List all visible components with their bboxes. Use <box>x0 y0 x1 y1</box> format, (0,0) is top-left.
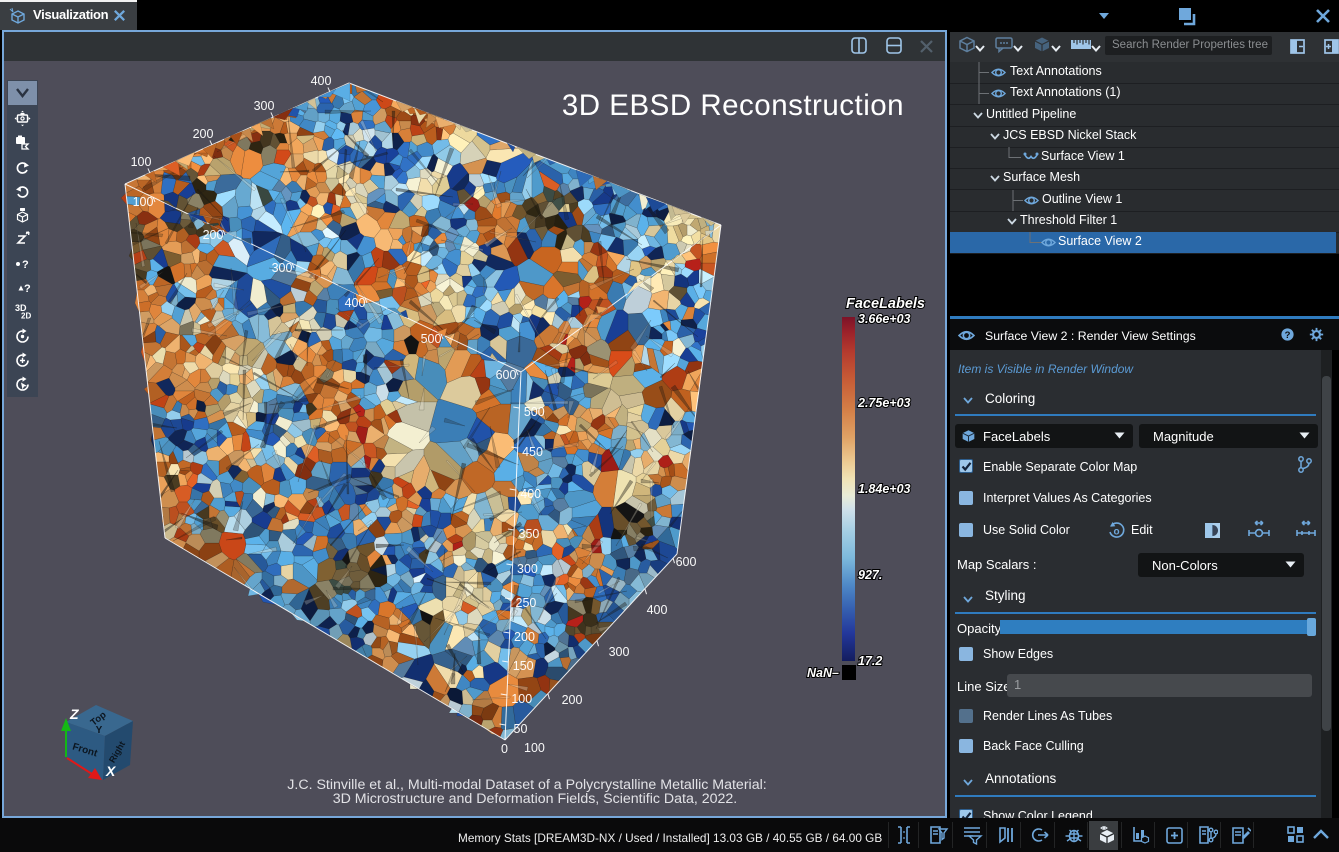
svg-text:X: X <box>105 763 117 779</box>
svg-text:3D EBSD Reconstruction: 3D EBSD Reconstruction <box>562 89 904 122</box>
svg-text:100: 100 <box>131 155 152 169</box>
svg-text:3.66e+03: 3.66e+03 <box>858 312 911 326</box>
svg-text:400: 400 <box>345 296 366 310</box>
svg-text:50: 50 <box>514 722 528 736</box>
svg-text:250: 250 <box>516 596 537 610</box>
svg-text:17.2: 17.2 <box>858 654 882 668</box>
svg-text:NaN–: NaN– <box>807 666 839 680</box>
svg-text:Z: Z <box>69 706 79 722</box>
svg-text:350: 350 <box>519 527 540 541</box>
svg-text:200: 200 <box>514 630 535 644</box>
svg-text:927.: 927. <box>858 568 882 582</box>
svg-text:?: ? <box>24 283 31 295</box>
svg-text:300: 300 <box>609 645 630 659</box>
svg-text:100: 100 <box>511 692 532 706</box>
svg-text:400: 400 <box>520 487 541 501</box>
svg-text:Y: Y <box>96 725 103 736</box>
svg-text:300: 300 <box>272 261 293 275</box>
svg-text:400: 400 <box>647 603 668 617</box>
svg-text:100: 100 <box>524 741 545 755</box>
svg-text:400: 400 <box>311 74 332 88</box>
svg-text:200: 200 <box>562 693 583 707</box>
svg-text:2.75e+03: 2.75e+03 <box>857 396 911 410</box>
svg-text:3D Microstructure and Deformat: 3D Microstructure and Deformation Fields… <box>333 791 738 807</box>
svg-text:100: 100 <box>133 195 154 209</box>
svg-text:450: 450 <box>522 445 543 459</box>
svg-text:300: 300 <box>517 562 538 576</box>
svg-text:FaceLabels: FaceLabels <box>846 296 925 312</box>
svg-text:500: 500 <box>421 332 442 346</box>
svg-text:600: 600 <box>496 368 517 382</box>
svg-text:200: 200 <box>193 127 214 141</box>
svg-text:150: 150 <box>513 659 534 673</box>
svg-text:2D: 2D <box>21 312 31 321</box>
svg-text:?: ? <box>22 259 29 271</box>
svg-text:500: 500 <box>524 405 545 419</box>
svg-text:600: 600 <box>676 555 697 569</box>
svg-text:200: 200 <box>203 228 224 242</box>
svg-text:1.84e+03: 1.84e+03 <box>858 482 911 496</box>
svg-text:300: 300 <box>254 99 275 113</box>
svg-text:0: 0 <box>501 742 508 756</box>
